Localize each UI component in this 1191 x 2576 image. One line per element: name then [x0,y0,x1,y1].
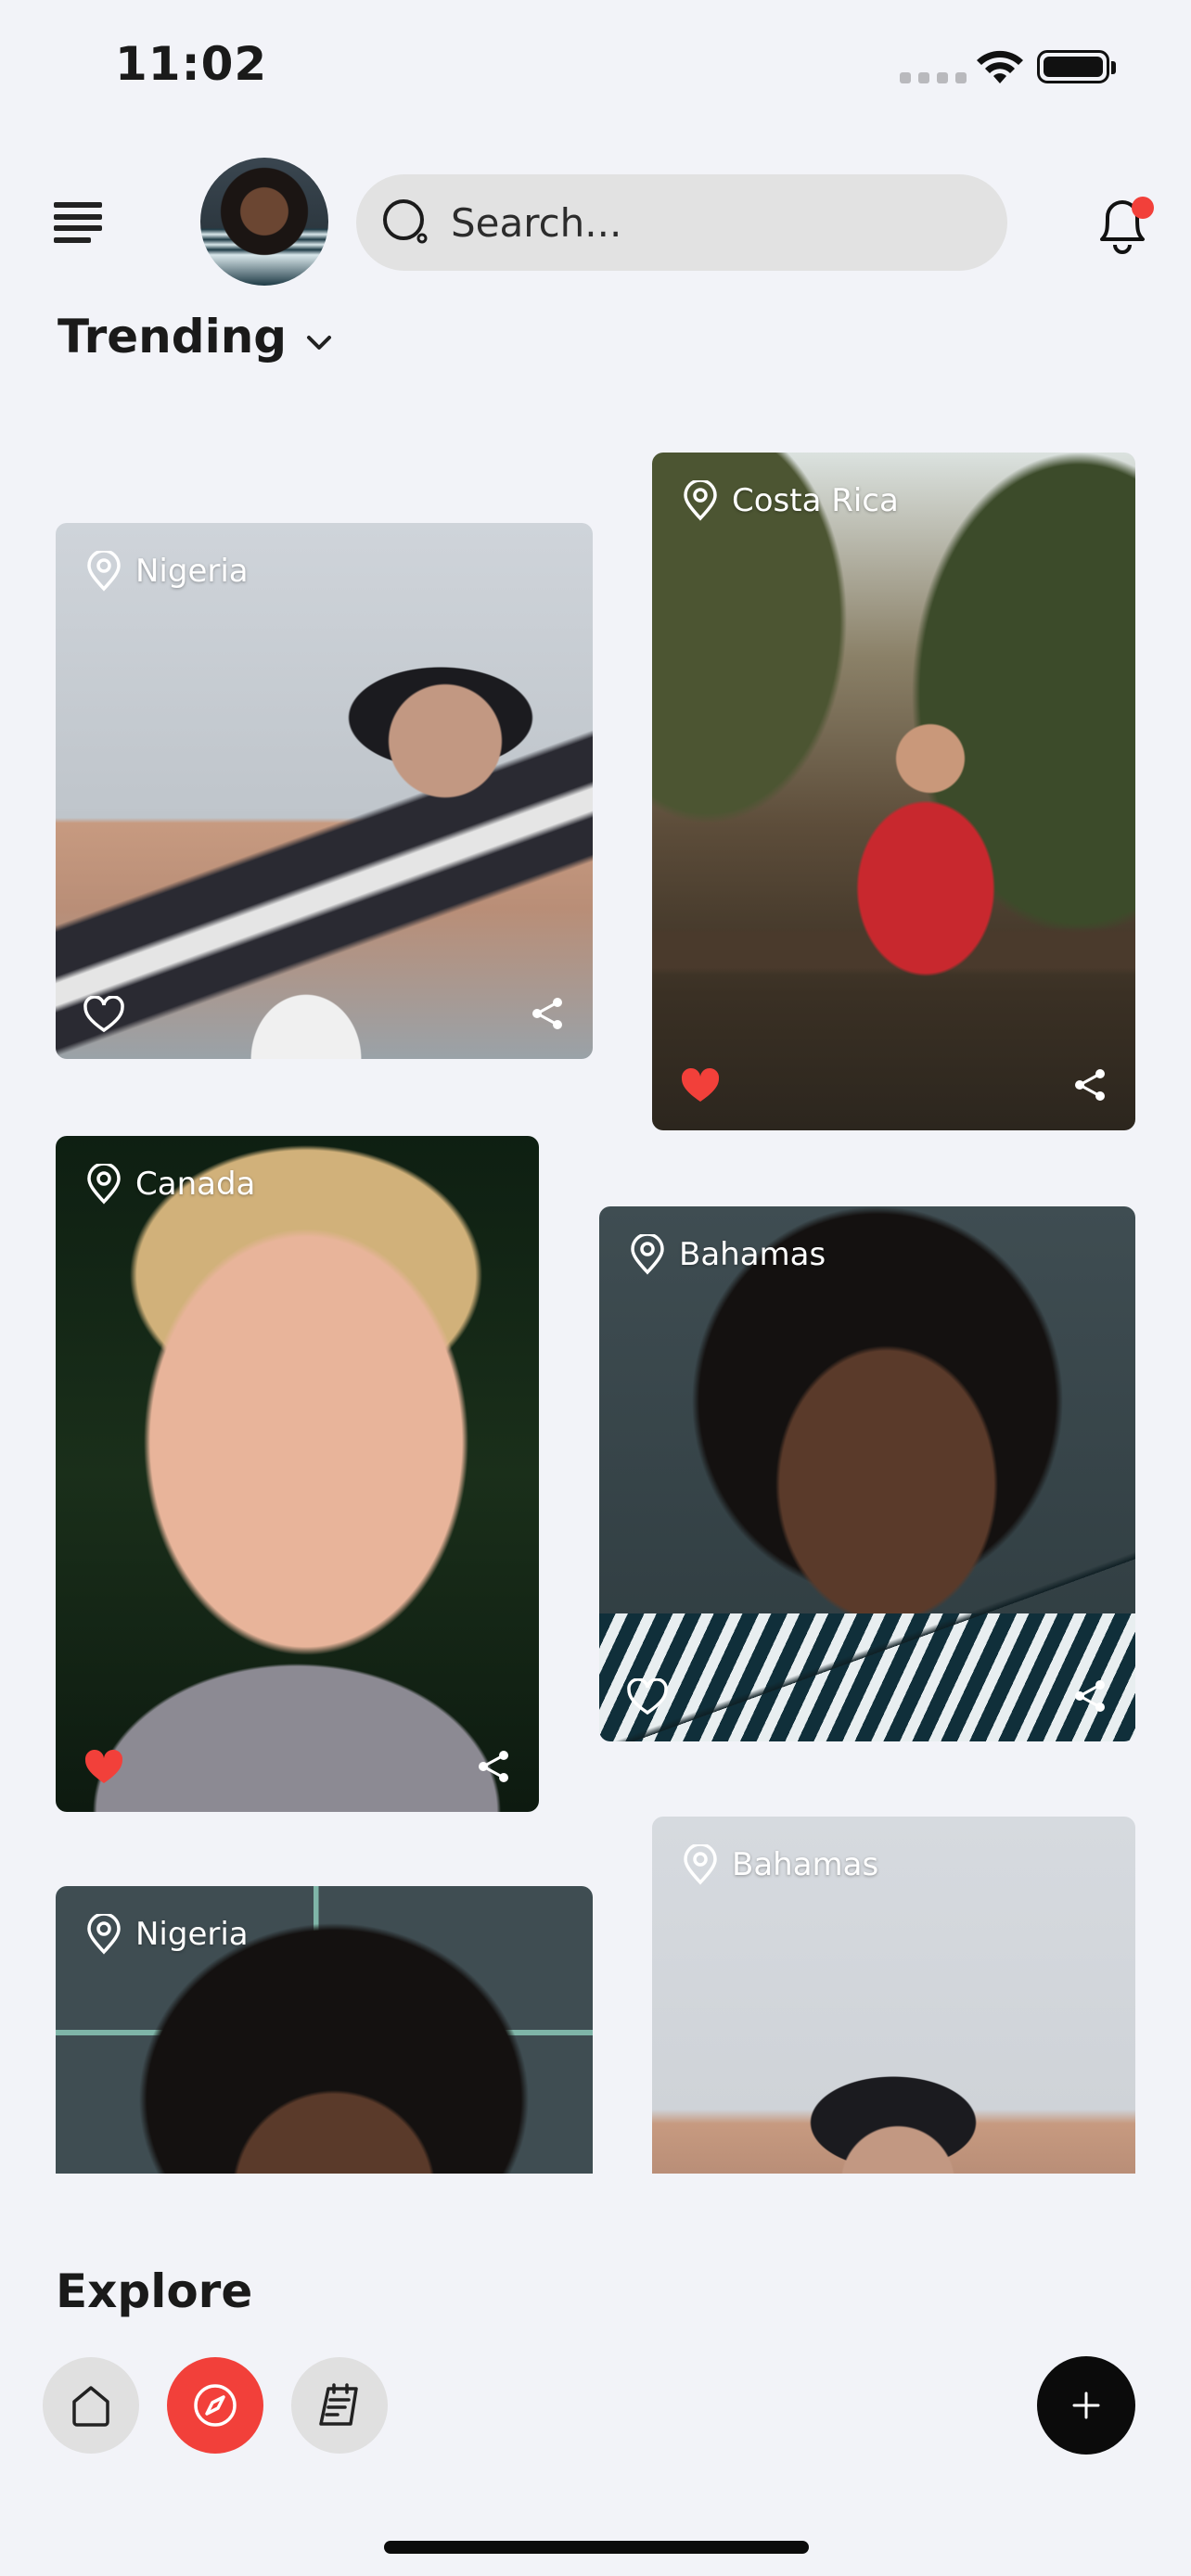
share-icon[interactable] [476,1749,511,1784]
plus-icon [1072,2391,1100,2419]
menu-icon[interactable] [54,202,102,243]
card-location: Nigeria [85,551,249,592]
search-input[interactable] [449,198,972,247]
notes-button[interactable] [291,2357,388,2454]
explore-button[interactable] [167,2357,263,2454]
home-button[interactable] [43,2357,139,2454]
notification-dot [1132,197,1154,219]
share-icon[interactable] [530,996,565,1031]
home-icon [72,2386,109,2427]
location-label: Nigeria [135,553,249,590]
avatar[interactable] [200,158,328,286]
bell-icon[interactable] [1083,184,1161,261]
card-location: Bahamas [629,1234,826,1275]
card-location: Nigeria [85,1914,249,1955]
location-label: Nigeria [135,1916,249,1953]
heart-icon[interactable] [680,1067,721,1104]
photo-card[interactable]: Nigeria [56,523,593,1059]
location-pin-icon [684,1844,717,1885]
heart-icon[interactable] [627,1678,668,1715]
chevron-down-icon [307,336,332,350]
section-title: Trending [58,310,288,363]
footer-title: Explore [56,2264,253,2318]
cellular-signal-icon [900,72,967,83]
location-pin-icon [631,1234,664,1275]
battery-icon [1037,50,1109,83]
photo-card[interactable]: Nigeria [56,1886,593,2174]
share-icon[interactable] [1072,1067,1108,1103]
compass-icon [194,2384,237,2427]
add-button[interactable] [1037,2356,1135,2455]
location-pin-icon [87,1164,121,1205]
search-bar[interactable] [356,174,1007,271]
location-label: Bahamas [679,1236,826,1273]
location-label: Canada [135,1166,256,1203]
card-location: Bahamas [682,1844,878,1885]
heart-icon[interactable] [83,996,124,1033]
photo-card[interactable]: Bahamas [652,1817,1135,2174]
photo-card[interactable]: Canada [56,1136,539,1812]
search-icon [383,199,428,244]
location-pin-icon [87,551,121,592]
wifi-icon [977,50,1023,83]
share-icon[interactable] [1072,1678,1108,1714]
location-pin-icon [684,480,717,521]
location-label: Costa Rica [732,482,899,519]
status-time: 11:02 [115,37,268,91]
location-label: Bahamas [732,1846,879,1883]
card-location: Canada [85,1164,255,1205]
home-indicator [384,2541,809,2554]
photo-card[interactable]: Costa Rica [652,453,1135,1130]
section-header[interactable]: Trending [58,310,335,363]
heart-icon[interactable] [83,1749,124,1786]
battery-cap [1111,61,1116,74]
photo-card[interactable]: Bahamas [599,1206,1135,1741]
card-location: Costa Rica [682,480,899,521]
location-pin-icon [87,1914,121,1955]
notes-icon [319,2383,358,2426]
